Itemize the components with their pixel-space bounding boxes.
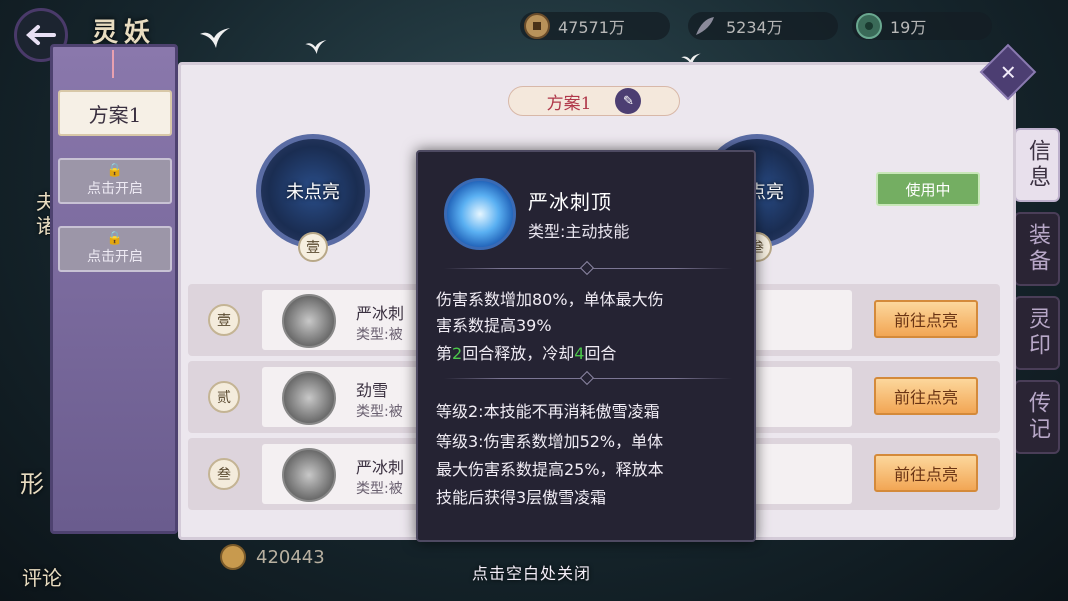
tooltip-level3-line: 等级3:伤害系数增加52%，单体 [436,432,664,451]
divider [444,370,732,386]
comment-label: 评论 [22,566,62,590]
goto-light-button[interactable]: 前往点亮 [874,377,978,415]
row-skill-name: 严冰刺 [356,458,405,477]
currency-feather-value: 5234万 [726,18,783,37]
goto-light-button[interactable]: 前往点亮 [874,300,978,338]
tab-seal[interactable]: 灵印 [1014,296,1060,370]
release-prefix: 第 [436,344,453,363]
jade-icon [856,13,882,39]
tap-to-close-hint[interactable]: 点击空白处关闭 [472,560,591,584]
release-suffix: 回合 [584,344,617,363]
tooltip-effect-line: 害系数提高39% [436,316,552,335]
row-skill-type: 类型:被 [356,404,403,420]
in-use-badge: 使用中 [876,172,980,206]
scheme-2-label: 点击开启 [87,181,143,197]
bottom-currency: 420443 [220,544,325,570]
tab-info[interactable]: 信息 [1014,128,1060,202]
currency-jade-value: 19万 [890,18,927,37]
tooltip-release-line: 第2回合释放，冷却4回合 [436,342,746,366]
currency-copper-value: 47571万 [558,18,625,37]
cooldown-rounds: 4 [574,344,585,363]
tooltip-level3-line: 最大伤害系数提高25%，释放本 [436,460,664,479]
gold-coin-icon [220,544,246,570]
edit-icon[interactable]: ✎ [615,88,642,114]
scheme-1-button[interactable]: 方案1 [58,90,172,136]
scheme-2-locked-button[interactable]: 🔒 点击开启 [58,158,172,204]
form-label: 形 [20,470,44,498]
row-number: 壹 [208,304,240,336]
bird-decoration-icon [304,38,328,61]
lock-icon: 🔒 [106,231,124,246]
row-skill-type: 类型:被 [356,327,403,343]
bottom-currency-value: 420443 [256,546,325,568]
scheme-3-locked-button[interactable]: 🔒 点击开启 [58,226,172,272]
ice-spike-skill-icon [282,294,336,348]
skill-tooltip: 严冰刺顶 类型:主动技能 伤害系数增加80%，单体最大伤 害系数提高39% 第2… [416,150,756,542]
skill-slot-1-number: 壹 [298,232,328,262]
tooltip-level3-line: 技能后获得3层傲雪凌霜 [436,488,607,507]
tab-equipment[interactable]: 装备 [1014,212,1060,286]
ice-spike-skill-icon [282,448,336,502]
scheme-1-label: 方案1 [88,102,142,127]
feather-icon [692,13,718,39]
tooltip-skill-name: 严冰刺顶 [528,190,612,214]
lock-icon: 🔒 [106,163,124,178]
tab-biography[interactable]: 传记 [1014,380,1060,454]
scheme-title: 方案1 [546,93,592,114]
skill-slot-1[interactable]: 未点亮 [256,134,370,248]
row-number: 叁 [208,458,240,490]
row-skill-name: 严冰刺 [356,304,405,323]
row-number: 贰 [208,381,240,413]
tooltip-level2-line: 等级2:本技能不再消耗傲雪凌霜 [436,402,660,421]
close-icon: ✕ [999,59,1017,84]
scheme-title-bar: 方案1 ✎ [508,86,680,116]
bird-decoration-icon [198,26,232,55]
pin-decoration [112,50,124,78]
copper-coin-icon [524,13,550,39]
row-skill-name: 劲雪 [356,381,389,400]
currency-copper[interactable]: 47571万 [520,12,670,40]
snow-skill-icon [282,371,336,425]
goto-light-button[interactable]: 前往点亮 [874,454,978,492]
divider [444,260,732,276]
tooltip-skill-type: 类型:主动技能 [528,222,630,241]
scheme-3-label: 点击开启 [87,249,143,265]
tooltip-effect-line: 伤害系数增加80%，单体最大伤 [436,290,664,309]
ice-spike-skill-icon [444,178,516,250]
skill-slot-1-label: 未点亮 [286,182,340,203]
currency-feather[interactable]: 5234万 [688,12,838,40]
release-round: 2 [452,344,463,363]
currency-jade[interactable]: 19万 [852,12,992,40]
release-mid: 回合释放，冷却 [462,344,575,363]
row-skill-type: 类型:被 [356,481,403,497]
back-arrow-icon [26,25,56,45]
